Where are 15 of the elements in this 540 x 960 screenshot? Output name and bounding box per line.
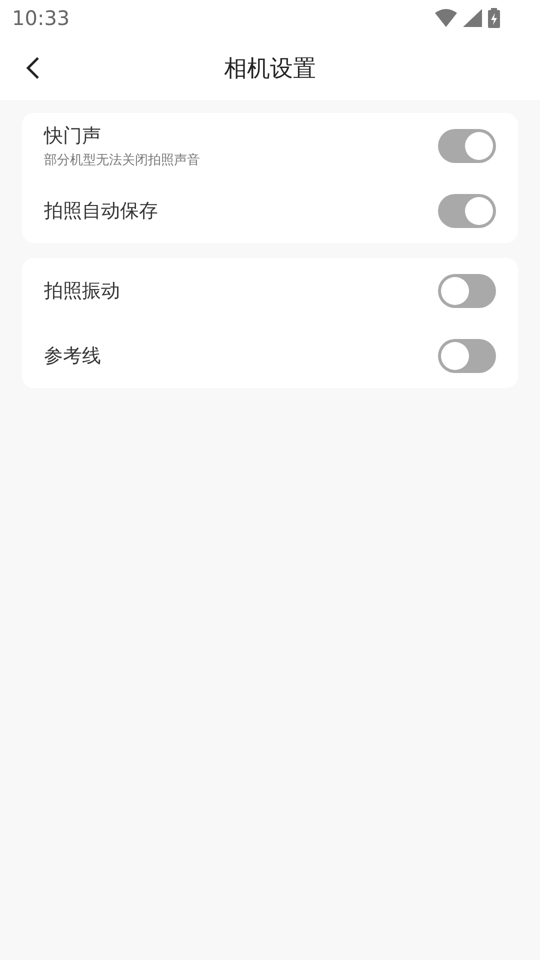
setting-label: 拍照自动保存 xyxy=(44,198,158,224)
toggle-switch[interactable] xyxy=(438,128,496,162)
status-time: 10:33 xyxy=(12,6,70,30)
page-title: 相机设置 xyxy=(224,54,316,84)
setting-description: 部分机型无法关闭拍照声音 xyxy=(44,152,200,168)
toggle-switch[interactable] xyxy=(438,194,496,228)
setting-label: 参考线 xyxy=(44,344,101,368)
toggle-switch[interactable] xyxy=(438,338,496,372)
wifi-icon xyxy=(435,9,457,27)
setting-label: 拍照振动 xyxy=(44,278,120,304)
toggle-switch[interactable] xyxy=(438,274,496,308)
battery-icon xyxy=(488,8,500,28)
setting-label: 快门声 xyxy=(44,124,102,148)
signal-icon xyxy=(463,9,482,27)
back-icon[interactable] xyxy=(26,56,40,80)
